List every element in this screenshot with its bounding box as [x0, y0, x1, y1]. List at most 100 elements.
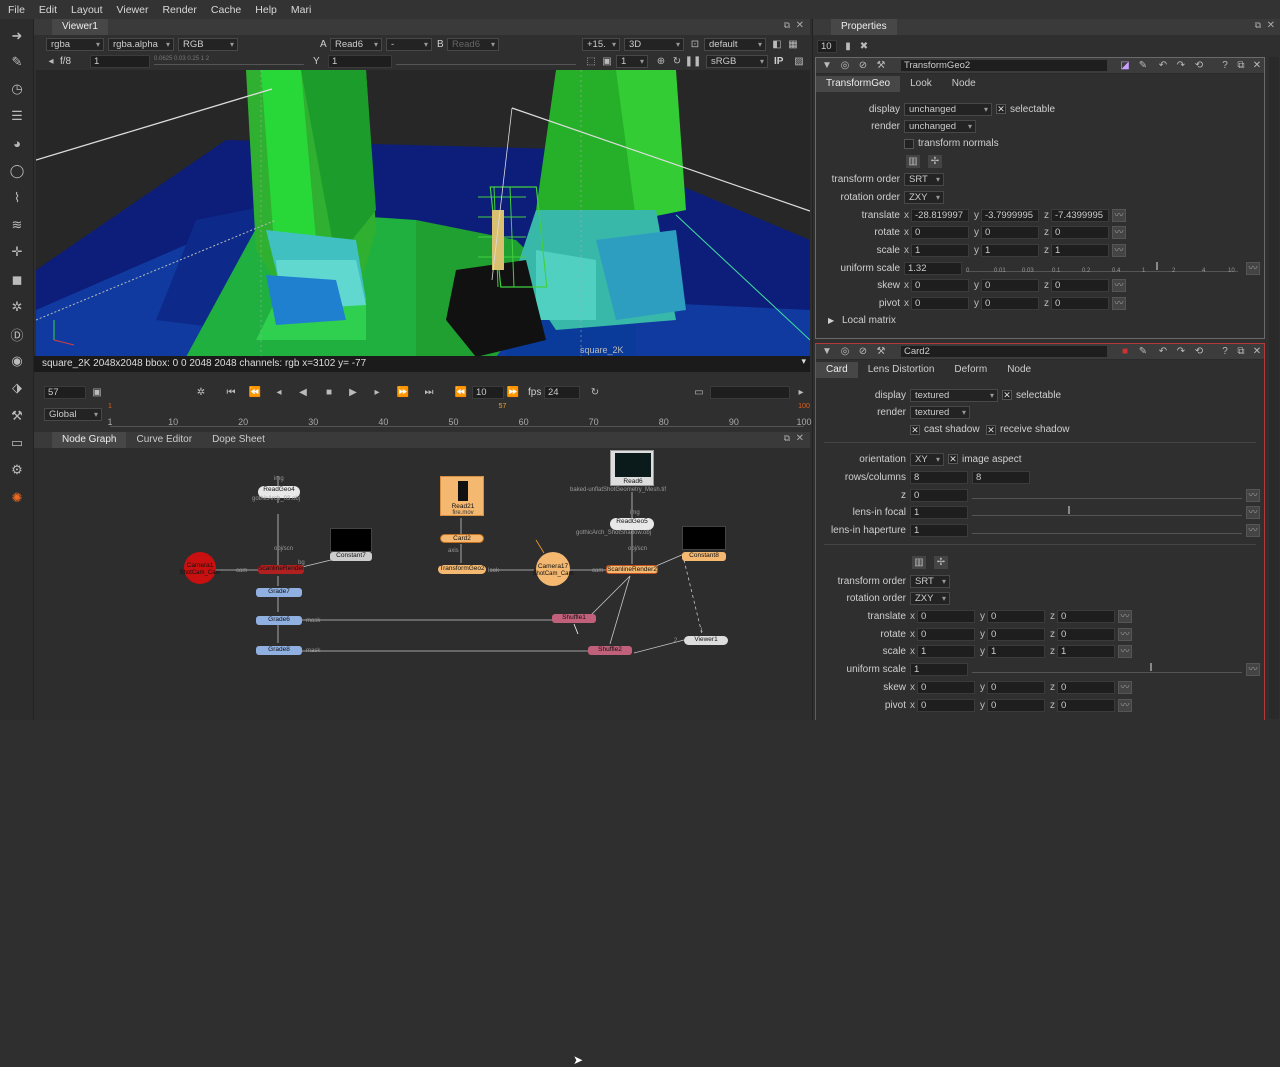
redo-icon[interactable]: ↷ — [1174, 345, 1188, 358]
next-keyframe-icon[interactable]: ⏩ — [396, 386, 410, 399]
last-frame-icon[interactable]: ⏭ — [422, 386, 436, 399]
translate-y-field[interactable]: 0 — [987, 610, 1045, 623]
lock-range-icon[interactable]: ▣ — [90, 386, 104, 399]
render-dropdown[interactable]: textured — [910, 406, 970, 419]
node-settings-icon[interactable]: ⊘ — [856, 59, 870, 72]
scale-x-field[interactable]: 1 — [917, 645, 975, 658]
menu-file[interactable]: File — [8, 4, 25, 16]
move-icon[interactable]: ✛ — [8, 243, 26, 261]
display-mode-dropdown[interactable]: RGB — [178, 38, 238, 51]
float-panel-icon[interactable]: ⧉ — [1234, 345, 1248, 358]
close-panel-icon[interactable]: ✕ — [1250, 59, 1264, 72]
tab-look[interactable]: Look — [900, 76, 942, 92]
wipe-icon[interactable]: ◧ — [770, 38, 784, 51]
node-grade7[interactable]: Grade7 — [256, 588, 302, 597]
center-icon[interactable]: ◎ — [838, 345, 852, 358]
snap-icon[interactable]: ✢ — [934, 556, 948, 569]
roi-icon[interactable]: ⬚ — [584, 55, 598, 68]
node-read21[interactable]: Read21 fire.mov — [440, 476, 484, 516]
tab-viewer1[interactable]: Viewer1 — [52, 19, 108, 35]
play-forward-icon[interactable]: ▶ — [346, 386, 360, 399]
menu-mari[interactable]: Mari — [291, 4, 311, 16]
tag-icon[interactable]: ⬗ — [8, 379, 26, 397]
tools-icon[interactable]: ⚒ — [8, 407, 26, 425]
rotate-curve-icon[interactable]: 〰 — [1118, 628, 1132, 641]
tab-transformgeo[interactable]: TransformGeo — [816, 76, 901, 92]
fps-field[interactable]: 24 — [544, 386, 580, 399]
pivot-y-field[interactable]: 0 — [981, 297, 1039, 310]
node-grade6[interactable]: Grade6 — [256, 616, 302, 625]
cube-icon[interactable]: ◼ — [8, 271, 26, 289]
tab-deform[interactable]: Deform — [944, 362, 997, 378]
uniform-scale-curve-icon[interactable]: 〰 — [1246, 262, 1260, 275]
close-icon[interactable]: ✕ — [796, 433, 804, 444]
properties-scrollbar[interactable] — [1269, 57, 1279, 719]
tools-icon[interactable]: ⚒ — [874, 345, 888, 358]
rotate-z-field[interactable]: 0 — [1051, 226, 1109, 239]
undo-icon[interactable]: ↶ — [1156, 59, 1170, 72]
hatch-icon[interactable]: ▨ — [792, 55, 806, 68]
display-dropdown[interactable]: textured — [910, 389, 998, 402]
rotate-curve-icon[interactable]: 〰 — [1112, 226, 1126, 239]
node-color-icon[interactable]: ◪ — [1118, 59, 1132, 72]
skew-x-field[interactable]: 0 — [917, 681, 975, 694]
node-camera1[interactable]: Camera1 ShotCam_Cam — [179, 552, 221, 584]
layers-icon[interactable]: ☰ — [8, 107, 26, 125]
tab-node[interactable]: Node — [997, 362, 1041, 378]
circle-icon[interactable]: ◯ — [8, 162, 26, 180]
uniform-scale-curve-icon[interactable]: 〰 — [1246, 663, 1260, 676]
prev-frame-icon[interactable]: ◂ — [272, 386, 286, 399]
node-constant7-thumb[interactable] — [330, 528, 372, 552]
view-mode-dropdown[interactable]: 3D — [624, 38, 684, 51]
collapse-icon[interactable]: ▼ — [820, 59, 834, 72]
close-icon[interactable]: ✕ — [796, 20, 804, 31]
lens-in-focal-curve-icon[interactable]: 〰 — [1246, 506, 1260, 519]
box-icon[interactable]: ▭ — [8, 434, 26, 452]
lens-in-haperture-curve-icon[interactable]: 〰 — [1246, 524, 1260, 537]
node-scanline2[interactable]: ScanlineRender2 — [606, 565, 658, 574]
float-icon[interactable]: ⧉ — [784, 20, 790, 31]
arrow-icon[interactable]: ◂ — [44, 55, 58, 68]
axis-icon[interactable]: ▥ — [906, 155, 920, 168]
node-color-icon[interactable]: ■ — [1118, 345, 1132, 358]
pivot-x-field[interactable]: 0 — [917, 699, 975, 712]
zoom-dropdown[interactable]: +15. — [582, 38, 620, 51]
node-name-field[interactable]: TransformGeo2 — [900, 59, 1108, 72]
target-icon[interactable]: ⊕ — [654, 55, 668, 68]
max-panels-field[interactable]: 10 — [817, 40, 837, 53]
revert-icon[interactable]: ⟲ — [1192, 59, 1206, 72]
rotation-order-dropdown[interactable]: ZXY — [904, 191, 944, 204]
pivot-y-field[interactable]: 0 — [987, 699, 1045, 712]
uniform-scale-field[interactable]: 1 — [910, 663, 968, 676]
prev-keyframe-icon[interactable]: ⏪ — [248, 386, 262, 399]
scale-z-field[interactable]: 1 — [1057, 645, 1115, 658]
receive-shadow-checkbox[interactable]: ✕ — [986, 425, 996, 435]
node-grade8[interactable]: Grade8 — [256, 646, 302, 655]
node-shuffle2[interactable]: Shuffle2 — [588, 646, 632, 655]
axis-icon[interactable]: ▥ — [912, 556, 926, 569]
a-input-dropdown[interactable]: Read6 — [330, 38, 382, 51]
skew-z-field[interactable]: 0 — [1051, 279, 1109, 292]
stop-icon[interactable]: ■ — [322, 386, 336, 399]
node-read6[interactable]: Read6 — [610, 450, 654, 486]
lens-in-focal-field[interactable]: 1 — [910, 506, 968, 519]
scale-z-field[interactable]: 1 — [1051, 244, 1109, 257]
overlay-icon[interactable]: ▦ — [786, 38, 800, 51]
edit-icon[interactable]: ✎ — [1136, 59, 1150, 72]
status-expand-icon[interactable]: ▾ — [801, 356, 806, 367]
translate-x-field[interactable]: 0 — [917, 610, 975, 623]
playback-settings-icon[interactable]: ▸ — [794, 386, 808, 399]
z-field[interactable]: 0 — [910, 489, 968, 502]
rotate-z-field[interactable]: 0 — [1057, 628, 1115, 641]
gain-field[interactable]: 1 — [90, 55, 150, 68]
node-transformgeo2[interactable]: TransformGeo2 — [438, 565, 486, 574]
skew-curve-icon[interactable]: 〰 — [1118, 681, 1132, 694]
particles-icon[interactable]: ✲ — [8, 298, 26, 316]
range-dropdown[interactable]: Global — [44, 408, 102, 421]
expand-arrow-icon[interactable]: ▶ — [828, 316, 834, 325]
rotation-order-dropdown[interactable]: ZXY — [910, 592, 950, 605]
menu-viewer[interactable]: Viewer — [117, 4, 149, 16]
menu-render[interactable]: Render — [162, 4, 196, 16]
rotate-y-field[interactable]: 0 — [981, 226, 1039, 239]
brush-icon[interactable]: ⌇ — [8, 189, 26, 207]
